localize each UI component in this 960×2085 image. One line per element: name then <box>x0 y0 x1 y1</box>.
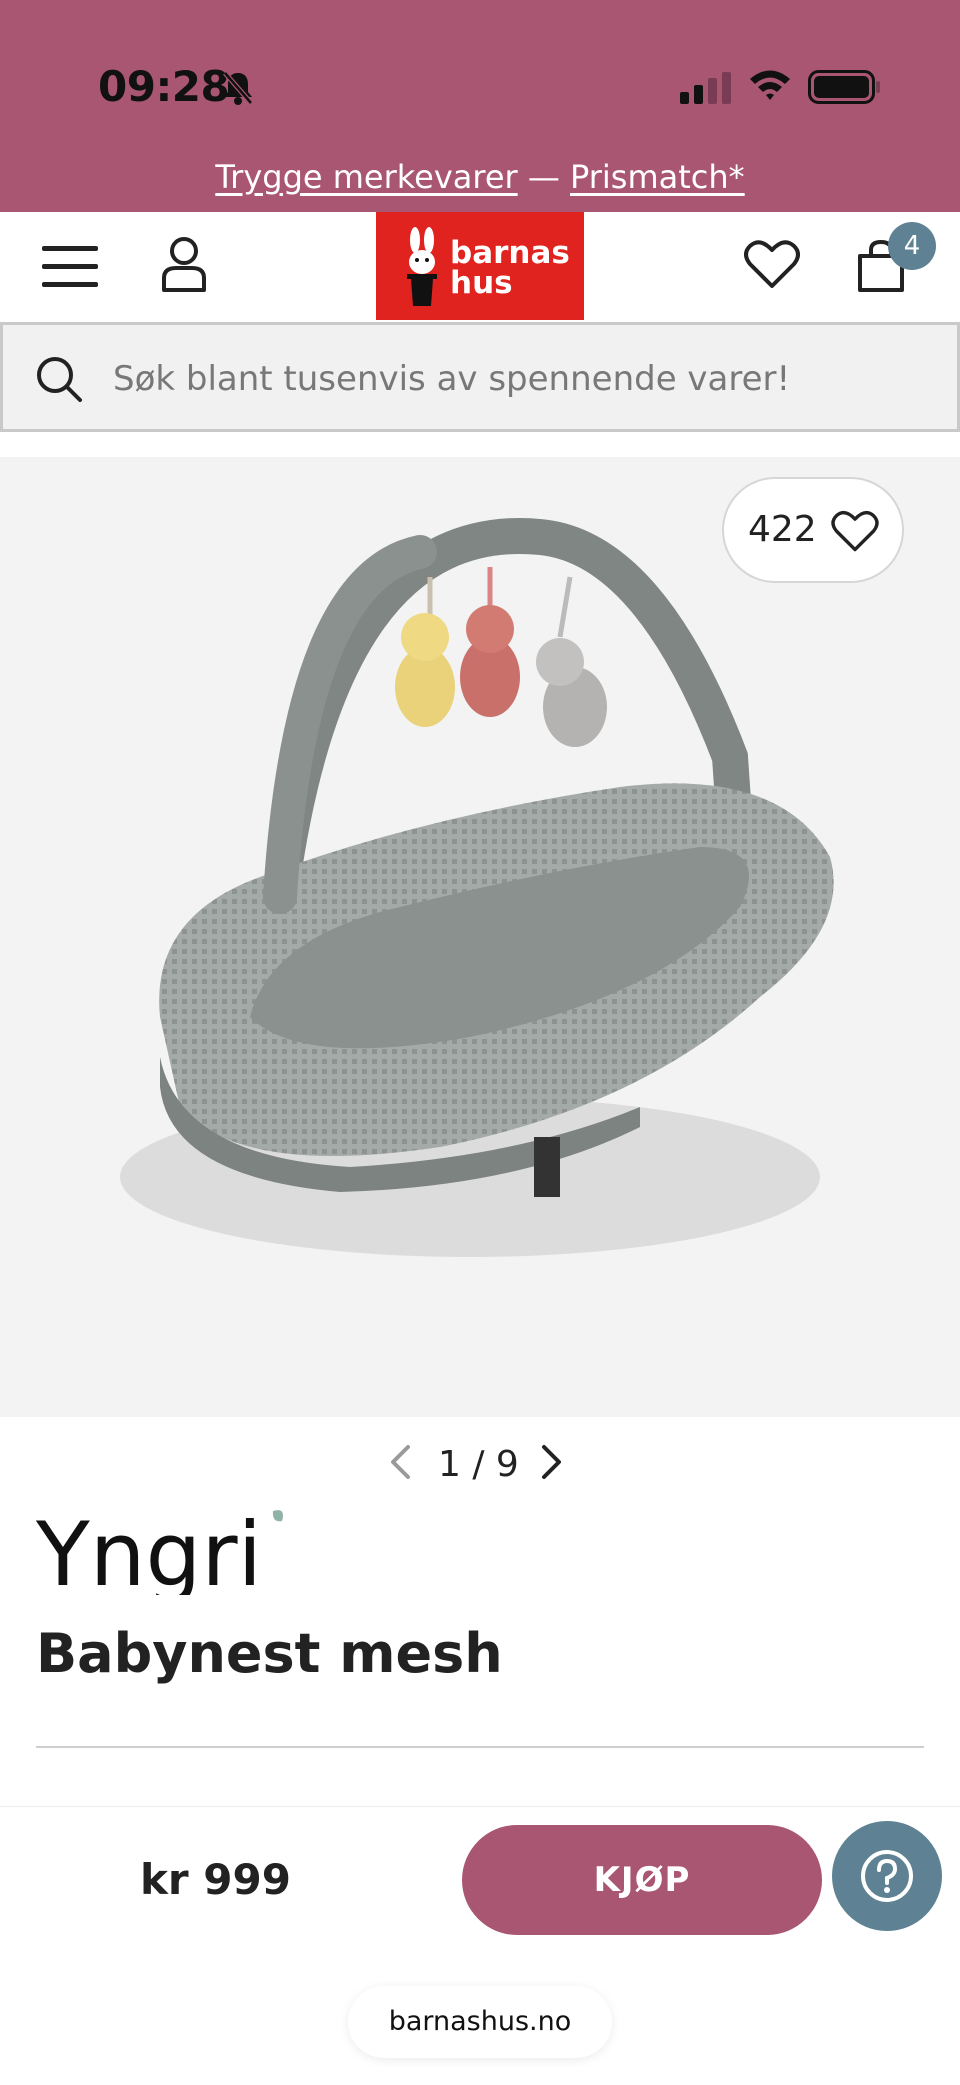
barnashus-logo[interactable]: barnas hus <box>376 212 584 320</box>
bunny-logo-icon <box>407 227 437 306</box>
logo-line-2: hus <box>450 265 513 301</box>
browser-url-bar[interactable]: barnashus.no <box>348 1986 612 2058</box>
battery-icon <box>808 70 880 104</box>
brand-wordmark: Yngri <box>35 1503 283 1606</box>
buy-button[interactable]: KJØP <box>462 1825 822 1935</box>
site-header: barnas hus 4 <box>0 212 960 322</box>
search-bar[interactable] <box>0 322 960 432</box>
promo-banner: 09:28 Trygge merkevarer — Prismatch* <box>0 0 960 212</box>
image-pager: 1 / 9 <box>0 1438 960 1490</box>
divider <box>36 1746 924 1748</box>
promo-separator: — <box>517 158 571 196</box>
logo-wordmark: barnas hus <box>450 238 570 301</box>
question-icon <box>861 1850 913 1902</box>
buy-bar: kr 999 KJØP <box>0 1806 960 1956</box>
wifi-icon <box>750 70 790 100</box>
favorite-count-button[interactable]: 422 <box>722 477 904 583</box>
product-title: Babynest mesh <box>36 1622 503 1685</box>
menu-icon[interactable] <box>40 242 100 292</box>
cellular-signal-icon <box>680 72 731 104</box>
account-icon[interactable] <box>160 234 208 294</box>
search-input[interactable] <box>113 353 933 405</box>
chevron-right-icon[interactable] <box>540 1444 564 1480</box>
heart-outline-icon <box>831 510 879 552</box>
search-icon <box>37 357 82 402</box>
status-time: 09:28 <box>98 62 230 111</box>
heart-icon[interactable] <box>744 238 800 290</box>
product-image-gallery[interactable]: 422 <box>0 457 960 1417</box>
cart-count-badge[interactable]: 4 <box>888 222 936 270</box>
brand-logo[interactable]: Yngri <box>35 1503 296 1606</box>
svg-text:Yngri: Yngri <box>36 1505 262 1595</box>
help-button[interactable] <box>832 1821 942 1931</box>
bell-slash-icon <box>223 71 253 105</box>
promo-text: Trygge merkevarer — Prismatch* <box>0 158 960 196</box>
product-price: kr 999 <box>140 1855 291 1904</box>
product-image <box>120 518 834 1257</box>
chevron-left-icon[interactable] <box>388 1444 412 1480</box>
favorite-count: 422 <box>748 509 817 550</box>
promo-link-pricematch[interactable]: Prismatch* <box>570 158 745 196</box>
pager-indicator: 1 / 9 <box>438 1444 519 1485</box>
promo-link-safe-brands[interactable]: Trygge merkevarer <box>215 158 517 196</box>
